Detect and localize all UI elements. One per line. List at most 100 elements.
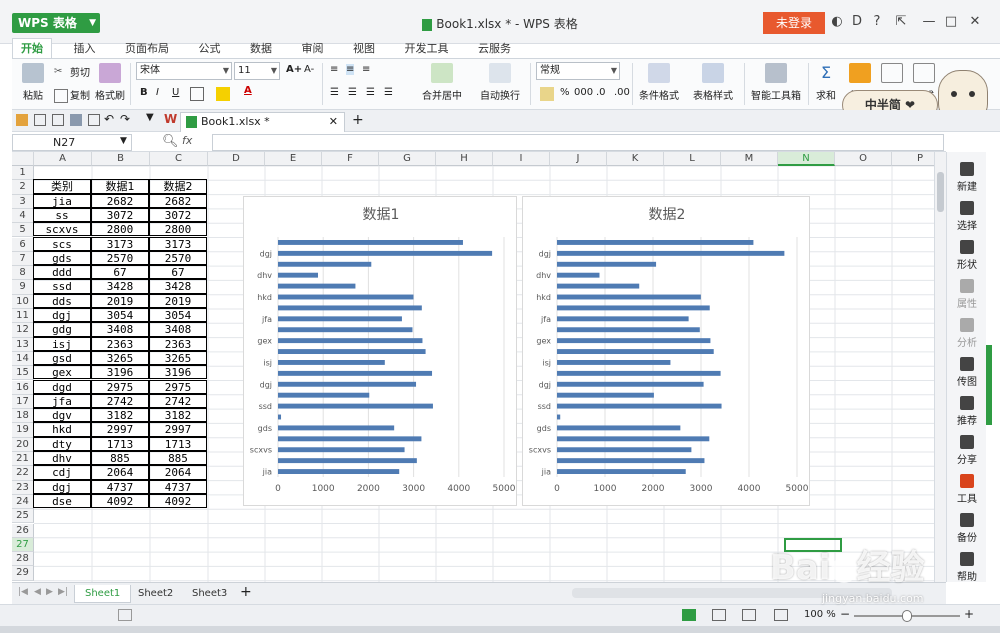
column-header-k[interactable]: K [607,152,664,166]
row-header-19[interactable]: 19 [12,423,34,438]
row-header-16[interactable]: 16 [12,380,34,395]
row-header-2[interactable]: 2 [12,180,34,195]
table-cell[interactable]: jfa [33,393,91,409]
table-cell[interactable]: isj [33,336,91,351]
fx-button[interactable]: fx [182,134,192,147]
print-icon[interactable] [70,114,82,126]
close-icon[interactable]: ✕ [966,13,984,31]
table-cell[interactable]: 3196 [91,365,149,380]
pane-item-toolbox[interactable]: 工具 [947,474,987,505]
shrink-font-button[interactable]: A- [304,64,314,75]
table-cell[interactable]: 2682 [91,193,149,208]
format-painter-button[interactable]: 格式刷 [94,63,126,102]
font-color-button[interactable]: A [244,85,252,96]
table-cell[interactable]: 2975 [149,379,207,394]
zoom-lookup-icon[interactable]: 🔍︎ [162,134,179,149]
maximize-icon[interactable]: □ [942,13,960,31]
page-layout-view-icon[interactable] [742,609,756,621]
pane-item-new[interactable]: 新建 [947,162,987,193]
table-cell[interactable]: 3054 [91,308,149,323]
row-header-25[interactable]: 25 [12,509,34,524]
table-cell[interactable]: 2997 [149,422,207,437]
table-cell[interactable]: gds [33,250,91,266]
help-icon[interactable]: ? [868,13,886,31]
normal-view-icon[interactable] [682,609,696,621]
column-header-d[interactable]: D [208,152,265,166]
column-header-a[interactable]: A [34,152,92,166]
row-header-6[interactable]: 6 [12,237,34,252]
pane-item-shape[interactable]: 形状 [947,240,987,271]
table-cell[interactable]: 3054 [149,308,207,323]
row-header-1[interactable]: 1 [12,166,34,181]
table-cell[interactable]: 4737 [91,479,149,494]
table-cell[interactable]: 3408 [91,322,149,337]
table-cell[interactable]: 3173 [149,236,207,251]
row-header-29[interactable]: 29 [12,566,34,581]
tab-review[interactable]: 审阅 [294,39,332,59]
chart-data1[interactable]: 数据1 0 1000 2000 3000 4000 5000 jia scxvs gds ssd dg… [243,196,517,506]
row-header-21[interactable]: 21 [12,452,34,467]
row-header-4[interactable]: 4 [12,208,34,224]
border-button[interactable] [190,87,206,101]
column-header-n[interactable]: N [778,152,835,166]
table-cell[interactable]: 3182 [149,408,207,423]
row-header-20[interactable]: 20 [12,437,34,452]
row-header-18[interactable]: 18 [12,409,34,424]
table-cell[interactable]: 4737 [149,479,207,494]
fill-color-button[interactable] [216,87,232,101]
table-cell[interactable]: 2800 [91,222,149,237]
pane-item-properties[interactable]: 属性 [947,279,987,310]
cut-button[interactable]: ✂ 剪切 [54,64,90,80]
table-cell[interactable]: cdj [33,465,91,480]
table-cell[interactable]: 2019 [91,293,149,308]
first-sheet-icon[interactable]: |◀ [18,587,28,597]
align-right-button[interactable]: ☰ [366,87,375,98]
table-cell[interactable]: gex [33,365,91,380]
number-format-select[interactable]: 常规 ▼ [536,62,620,80]
currency-button[interactable] [540,87,556,101]
table-cell[interactable]: 2363 [149,336,207,351]
table-cell[interactable]: hkd [33,422,91,437]
table-cell[interactable]: 1713 [149,436,207,451]
pane-item-share[interactable]: 分享 [947,435,987,466]
add-sheet-icon[interactable]: + [240,584,252,600]
table-cell[interactable]: 885 [149,451,207,466]
table-cell[interactable]: 2975 [91,379,149,394]
underline-button[interactable]: U [172,87,179,98]
table-cell[interactable]: 2019 [149,293,207,308]
tab-home[interactable]: 开始 [12,38,52,58]
vertical-scrollbar[interactable] [934,152,946,582]
undo-icon[interactable]: ↶ [104,112,114,126]
table-cell[interactable]: 3173 [91,236,149,251]
minimize-icon[interactable]: — [920,13,938,31]
tab-data[interactable]: 数据 [242,39,280,59]
row-header-27[interactable]: 27 [12,537,34,553]
table-cell[interactable]: gsd [33,350,91,366]
row-header-12[interactable]: 12 [12,323,34,338]
column-header-c[interactable]: C [150,152,208,166]
skin-icon[interactable]: ◐ [828,13,846,31]
row-header-8[interactable]: 8 [12,266,34,281]
row-header-5[interactable]: 5 [12,223,34,238]
row-header-28[interactable]: 28 [12,552,34,567]
table-cell[interactable]: dgv [33,408,91,423]
table-cell[interactable]: 885 [91,451,149,466]
row-header-15[interactable]: 15 [12,366,34,381]
column-header-l[interactable]: L [664,152,721,166]
percent-button[interactable]: % [560,87,570,98]
row-header-22[interactable]: 22 [12,466,34,481]
fullscreen-icon[interactable]: ⇱ [892,13,910,31]
tab-cloud[interactable]: 云服务 [470,39,519,59]
table-cell[interactable]: 2742 [91,393,149,409]
column-header-h[interactable]: H [436,152,493,166]
table-cell[interactable]: 2064 [149,465,207,480]
table-cell[interactable]: 3182 [91,408,149,423]
table-cell[interactable]: ss [33,207,91,223]
last-sheet-icon[interactable]: ▶| [58,587,68,597]
align-top-button[interactable]: ≡ [330,64,338,75]
scroll-thumb[interactable] [937,172,944,212]
table-cell[interactable]: 3428 [149,279,207,294]
table-cell[interactable]: 2800 [149,222,207,237]
justify-button[interactable]: ☰ [384,87,393,98]
export-icon[interactable] [52,114,64,126]
